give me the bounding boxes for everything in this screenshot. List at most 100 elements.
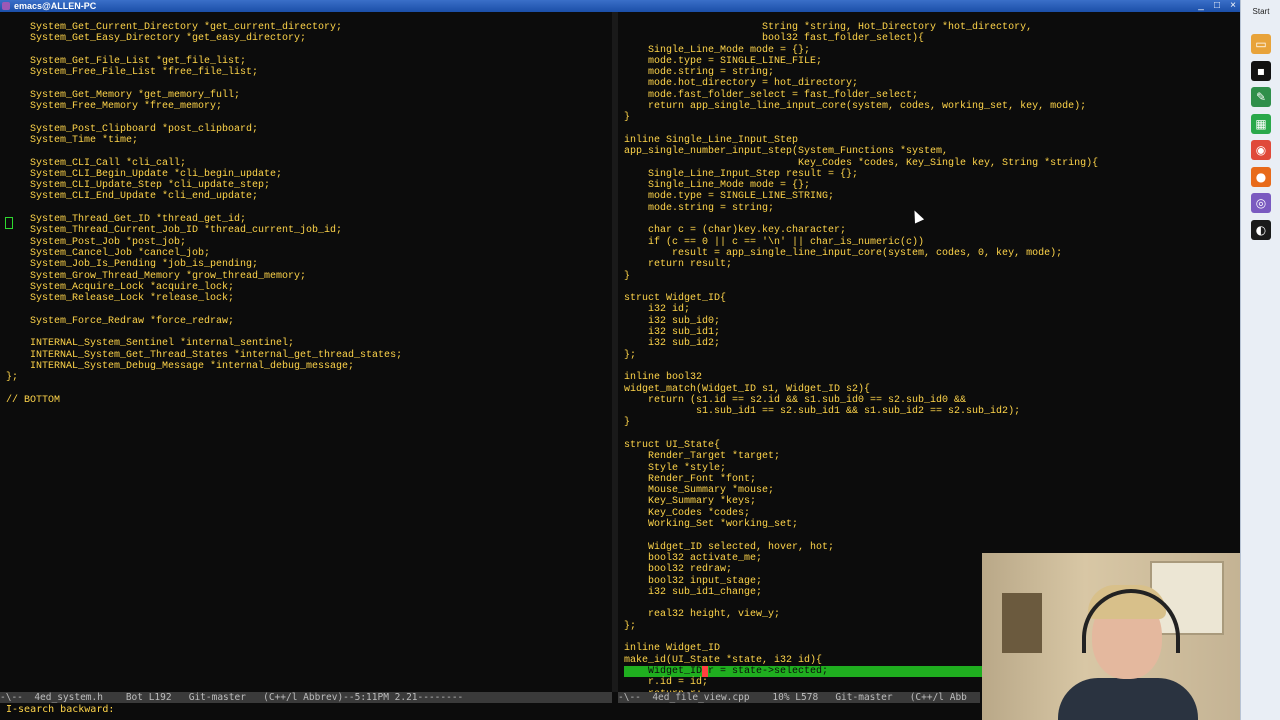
code-line[interactable]: s1.sub_id1 == s2.sub_id1 && s1.sub_id2 =… [624, 406, 1098, 417]
code-line[interactable] [6, 146, 402, 157]
code-line[interactable]: } [624, 271, 1098, 282]
code-line[interactable]: System_Force_Redraw *force_redraw; [6, 316, 402, 327]
code-line[interactable]: INTERNAL_System_Get_Thread_States *inter… [6, 350, 402, 361]
code-line[interactable]: i32 id; [624, 304, 1098, 315]
code-line[interactable]: mode.string = string; [624, 67, 1098, 78]
code-line[interactable] [624, 214, 1098, 225]
code-line[interactable]: System_CLI_End_Update *cli_end_update; [6, 191, 402, 202]
code-line[interactable] [624, 282, 1098, 293]
code-line[interactable]: struct Widget_ID{ [624, 293, 1098, 304]
code-line[interactable] [624, 124, 1098, 135]
code-line[interactable] [6, 45, 402, 56]
highlight-text-after: r = state->selected; [708, 665, 829, 677]
code-line[interactable]: inline bool32 [624, 372, 1098, 383]
code-line[interactable] [624, 361, 1098, 372]
code-line[interactable]: System_Time *time; [6, 135, 402, 146]
code-line[interactable]: }; [6, 372, 402, 383]
code-line[interactable]: Render_Target *target; [624, 451, 1098, 462]
code-line[interactable] [6, 327, 402, 338]
code-line[interactable] [624, 429, 1098, 440]
explorer-icon[interactable]: ▭ [1251, 34, 1271, 54]
code-line[interactable]: INTERNAL_System_Debug_Message *internal_… [6, 361, 402, 372]
code-line[interactable]: System_Job_Is_Pending *job_is_pending; [6, 259, 402, 270]
code-line[interactable] [6, 112, 402, 123]
code-line[interactable]: System_CLI_Update_Step *cli_update_step; [6, 180, 402, 191]
code-line[interactable]: i32 sub_id0; [624, 316, 1098, 327]
firefox-icon[interactable]: ● [1251, 166, 1271, 187]
code-line[interactable]: Single_Line_Input_Step result = {}; [624, 169, 1098, 180]
code-line[interactable]: String *string, Hot_Directory *hot_direc… [624, 22, 1098, 33]
code-line[interactable]: System_Thread_Current_Job_ID *thread_cur… [6, 225, 402, 236]
code-line[interactable]: INTERNAL_System_Sentinel *internal_senti… [6, 338, 402, 349]
code-line[interactable]: Key_Codes *codes, Key_Single key, String… [624, 158, 1098, 169]
minimize-icon[interactable]: _ [1196, 0, 1206, 12]
code-line[interactable] [6, 78, 402, 89]
code-line[interactable]: return app_single_line_input_core(system… [624, 101, 1098, 112]
code-line[interactable]: // BOTTOM [6, 395, 402, 406]
code-line[interactable]: app_single_number_input_step(System_Func… [624, 146, 1098, 157]
code-line[interactable]: System_CLI_Begin_Update *cli_begin_updat… [6, 169, 402, 180]
code-line[interactable] [6, 304, 402, 315]
spreadsheet-icon[interactable]: ▦ [1251, 113, 1271, 134]
code-line[interactable] [6, 384, 402, 395]
code-line[interactable]: return result; [624, 259, 1098, 270]
code-line[interactable]: Render_Font *font; [624, 474, 1098, 485]
code-line[interactable]: System_Thread_Get_ID *thread_get_id; [6, 214, 402, 225]
chrome-icon[interactable]: ◉ [1251, 140, 1271, 160]
window-controls: _ □ × [1196, 0, 1238, 12]
terminal-icon[interactable]: ▪ [1251, 60, 1271, 81]
maximize-icon[interactable]: □ [1212, 0, 1222, 12]
code-line[interactable]: System_Get_File_List *get_file_list; [6, 56, 402, 67]
code-line[interactable]: bool32 fast_folder_select){ [624, 33, 1098, 44]
left-editor-pane[interactable]: System_Get_Current_Directory *get_curren… [0, 12, 612, 692]
code-line[interactable]: Single_Line_Mode mode = {}; [624, 45, 1098, 56]
code-line[interactable]: System_Post_Job *post_job; [6, 237, 402, 248]
code-line[interactable]: char c = (char)key.key.character; [624, 225, 1098, 236]
code-line[interactable]: result = app_single_line_input_core(syst… [624, 248, 1098, 259]
code-line[interactable] [6, 203, 402, 214]
code-line[interactable]: System_Post_Clipboard *post_clipboard; [6, 124, 402, 135]
emacs-icon[interactable]: ✎ [1251, 87, 1271, 107]
code-line[interactable]: i32 sub_id2; [624, 338, 1098, 349]
close-icon[interactable]: × [1228, 0, 1238, 12]
code-line[interactable]: if (c == 0 || c == '\n' || char_is_numer… [624, 237, 1098, 248]
steam-icon[interactable]: ◐ [1251, 219, 1271, 240]
code-line[interactable]: System_Free_File_List *free_file_list; [6, 67, 402, 78]
code-line[interactable]: } [624, 112, 1098, 123]
start-button[interactable]: Start [1243, 2, 1279, 22]
code-line[interactable]: Widget_ID selected, hover, hot; [624, 542, 1098, 553]
code-line[interactable]: Style *style; [624, 463, 1098, 474]
code-line[interactable]: System_Get_Easy_Directory *get_easy_dire… [6, 33, 402, 44]
code-line[interactable]: i32 sub_id1; [624, 327, 1098, 338]
code-line[interactable]: struct UI_State{ [624, 440, 1098, 451]
window-titlebar: emacs@ALLEN-PC _ □ × [0, 0, 1240, 12]
code-line[interactable]: }; [624, 350, 1098, 361]
minibuffer[interactable]: I-search backward: [0, 703, 986, 720]
code-line[interactable]: Key_Summary *keys; [624, 496, 1098, 507]
code-line[interactable]: mode.string = string; [624, 203, 1098, 214]
code-line[interactable]: mode.type = SINGLE_LINE_STRING; [624, 191, 1098, 202]
code-line[interactable]: mode.fast_folder_select = fast_folder_se… [624, 90, 1098, 101]
code-line[interactable]: widget_match(Widget_ID s1, Widget_ID s2)… [624, 384, 1098, 395]
code-line[interactable] [624, 530, 1098, 541]
code-line[interactable]: System_Get_Current_Directory *get_curren… [6, 22, 402, 33]
code-line[interactable]: System_Acquire_Lock *acquire_lock; [6, 282, 402, 293]
code-line[interactable]: inline Single_Line_Input_Step [624, 135, 1098, 146]
code-line[interactable]: System_Get_Memory *get_memory_full; [6, 90, 402, 101]
code-line[interactable]: System_CLI_Call *cli_call; [6, 158, 402, 169]
code-line[interactable]: System_Free_Memory *free_memory; [6, 101, 402, 112]
code-line[interactable]: mode.type = SINGLE_LINE_FILE; [624, 56, 1098, 67]
code-line[interactable]: return (s1.id == s2.id && s1.sub_id0 == … [624, 395, 1098, 406]
code-line[interactable]: Key_Codes *codes; [624, 508, 1098, 519]
emacs-active-icon[interactable]: ◎ [1251, 193, 1271, 213]
code-line[interactable]: Single_Line_Mode mode = {}; [624, 180, 1098, 191]
code-line[interactable]: System_Cancel_Job *cancel_job; [6, 248, 402, 259]
left-code-buffer[interactable]: System_Get_Current_Directory *get_curren… [6, 22, 402, 406]
code-line[interactable]: System_Release_Lock *release_lock; [6, 293, 402, 304]
code-line[interactable]: } [624, 417, 1098, 428]
code-line[interactable]: System_Grow_Thread_Memory *grow_thread_m… [6, 271, 402, 282]
code-line[interactable]: Working_Set *working_set; [624, 519, 1098, 530]
code-line[interactable]: mode.hot_directory = hot_directory; [624, 78, 1098, 89]
emacs-app-icon [2, 2, 10, 10]
code-line[interactable]: Mouse_Summary *mouse; [624, 485, 1098, 496]
